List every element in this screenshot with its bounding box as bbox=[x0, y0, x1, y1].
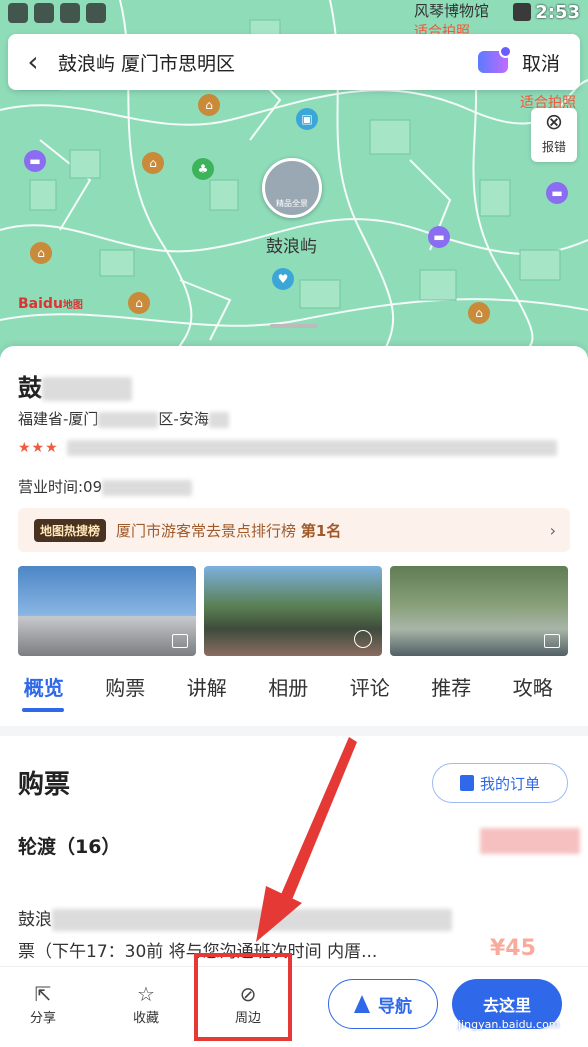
annotation-arrow bbox=[256, 737, 357, 942]
annotation-arrow-shaft bbox=[276, 737, 357, 912]
annotation-highlight-box bbox=[194, 953, 292, 1041]
watermark: jingyan.baidu.com bbox=[458, 1018, 560, 1031]
annotation-arrow-head bbox=[256, 886, 302, 942]
